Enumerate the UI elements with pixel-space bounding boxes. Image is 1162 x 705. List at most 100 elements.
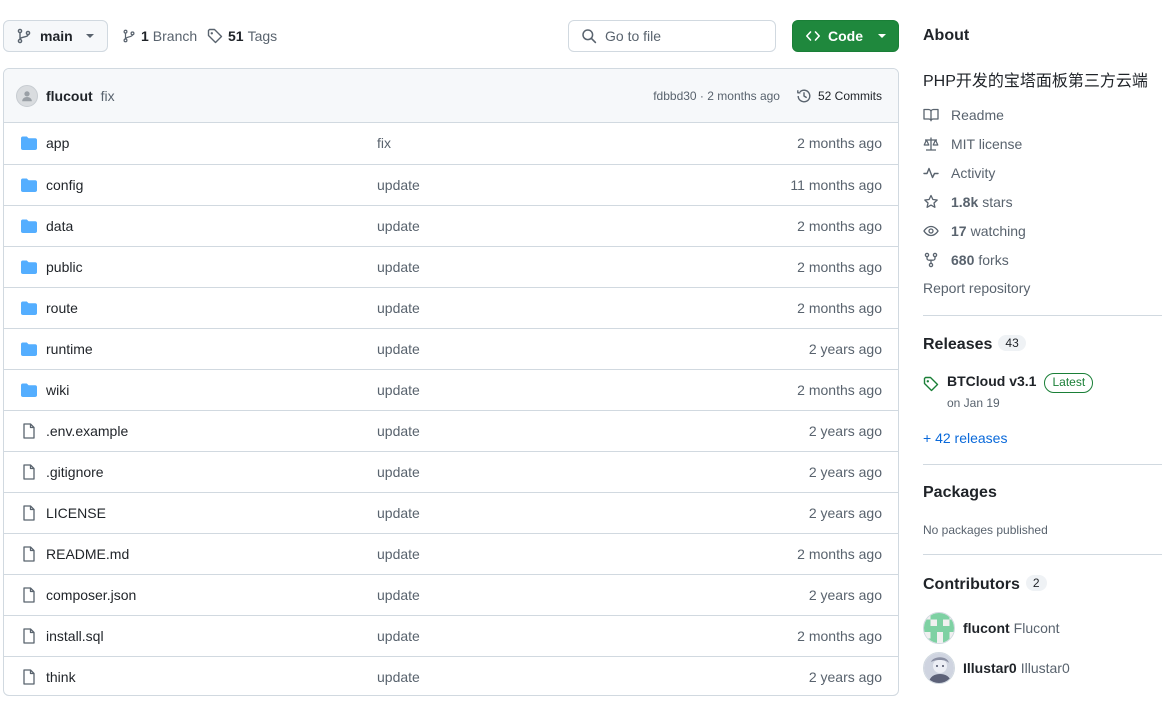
license-link[interactable]: MIT license (923, 136, 1022, 152)
file-commit-message-link[interactable]: update (377, 464, 420, 480)
repo-description: PHP开发的宝塔面板第三方云端 (923, 73, 1148, 90)
about-heading: About (923, 27, 970, 44)
file-commit-message-link[interactable]: update (377, 587, 420, 603)
contributor-name: Flucont (1013, 620, 1060, 636)
file-commit-message-link[interactable]: update (377, 218, 420, 234)
file-commit-date: 2 years ago (808, 669, 882, 685)
no-packages-text: No packages published (923, 523, 1048, 537)
latest-release[interactable]: BTCloud v3.1 Latest (923, 373, 1094, 393)
contributors-heading[interactable]: Contributors 2 (923, 575, 1047, 594)
file-commit-message-link[interactable]: update (377, 505, 420, 521)
watchers-link[interactable]: 17 watching (923, 223, 1026, 239)
readme-link[interactable]: Readme (923, 107, 1004, 123)
file-name-link[interactable]: composer.json (46, 587, 136, 603)
file-commit-message-link[interactable]: update (377, 177, 420, 193)
file-commit-date: 2 years ago (808, 587, 882, 603)
go-to-file-input[interactable] (605, 28, 765, 44)
file-name-link[interactable]: config (46, 177, 83, 193)
tags-label: Tags (247, 28, 278, 44)
file-name-link[interactable]: route (46, 300, 78, 316)
file-commit-message-link[interactable]: update (377, 546, 420, 562)
law-icon (923, 137, 939, 151)
stars-link[interactable]: 1.8k stars (923, 194, 1013, 210)
file-commit-date: 2 months ago (797, 628, 882, 644)
file-icon (23, 546, 35, 562)
latest-badge: Latest (1044, 373, 1094, 393)
code-button-label: Code (828, 28, 863, 44)
file-row[interactable]: route update 2 months ago (4, 287, 898, 328)
file-row[interactable]: data update 2 months ago (4, 205, 898, 246)
commit-author-link[interactable]: flucout (46, 88, 93, 104)
caret-down-icon (878, 34, 886, 38)
file-commit-message-link[interactable]: fix (377, 135, 391, 151)
file-row[interactable]: README.md update 2 months ago (4, 533, 898, 574)
file-commit-date: 2 months ago (797, 382, 882, 398)
branch-selector-button[interactable]: main (3, 20, 108, 52)
latest-commit-bar: flucout fix fdbbd30 · 2 months ago 52 Co… (4, 69, 898, 123)
contributors-title: Contributors (923, 576, 1020, 593)
folder-icon (21, 136, 37, 150)
file-row[interactable]: runtime update 2 years ago (4, 328, 898, 369)
branches-label: Branch (152, 28, 198, 44)
folder-icon (21, 219, 37, 233)
releases-heading[interactable]: Releases 43 (923, 335, 1026, 354)
file-row[interactable]: think update 2 years ago (4, 656, 898, 695)
report-repository-link[interactable]: Report repository (923, 280, 1030, 296)
file-name-link[interactable]: public (46, 259, 83, 275)
file-row[interactable]: LICENSE update 2 years ago (4, 492, 898, 533)
file-commit-message-link[interactable]: update (377, 259, 420, 275)
file-commit-message-link[interactable]: update (377, 669, 420, 685)
branches-link[interactable]: 1 Branch (122, 20, 197, 52)
file-name-link[interactable]: .env.example (46, 423, 128, 439)
file-name-link[interactable]: runtime (46, 341, 93, 357)
tags-link[interactable]: 51 Tags (207, 20, 277, 52)
go-to-file-box[interactable] (568, 20, 776, 52)
folder-icon (21, 260, 37, 274)
file-name-link[interactable]: .gitignore (46, 464, 104, 480)
file-row[interactable]: .gitignore update 2 years ago (4, 451, 898, 492)
file-commit-message-link[interactable]: update (377, 341, 420, 357)
search-icon (582, 29, 597, 44)
activity-link[interactable]: Activity (923, 165, 995, 181)
code-button[interactable]: Code (792, 20, 899, 52)
release-date: on Jan 19 (947, 396, 1000, 410)
releases-count-badge: 43 (998, 335, 1026, 351)
file-commit-date: 2 months ago (797, 546, 882, 562)
file-name-link[interactable]: app (46, 135, 69, 151)
contributor-item[interactable]: Illustar0 Illustar0 (923, 652, 1070, 684)
avatar[interactable] (16, 84, 38, 107)
file-name-link[interactable]: README.md (46, 546, 129, 562)
file-commit-date: 2 months ago (797, 218, 882, 234)
commit-sha-link[interactable]: fdbbd30 · 2 months ago (653, 89, 780, 103)
forks-link[interactable]: 680 forks (923, 252, 1009, 268)
file-commit-message-link[interactable]: update (377, 628, 420, 644)
file-name-link[interactable]: install.sql (46, 628, 104, 644)
file-row[interactable]: composer.json update 2 years ago (4, 574, 898, 615)
file-row[interactable]: .env.example update 2 years ago (4, 410, 898, 451)
more-releases-link[interactable]: + 42 releases (923, 430, 1007, 446)
file-row[interactable]: install.sql update 2 months ago (4, 615, 898, 656)
file-name-link[interactable]: think (46, 669, 76, 685)
file-name-link[interactable]: wiki (46, 382, 69, 398)
stars-label: stars (982, 194, 1013, 210)
file-name-link[interactable]: LICENSE (46, 505, 106, 521)
file-commit-message-link[interactable]: update (377, 423, 420, 439)
file-row[interactable]: public update 2 months ago (4, 246, 898, 287)
packages-heading[interactable]: Packages (923, 484, 997, 502)
file-commit-message-link[interactable]: update (377, 300, 420, 316)
commit-message-link[interactable]: fix (101, 88, 115, 104)
contributors-count-badge: 2 (1025, 575, 1047, 591)
avatar (923, 652, 955, 684)
file-commit-date: 2 years ago (808, 505, 882, 521)
file-name-link[interactable]: data (46, 218, 73, 234)
file-row[interactable]: wiki update 2 months ago (4, 369, 898, 410)
file-commit-message-link[interactable]: update (377, 382, 420, 398)
contributor-login: Illustar0 (963, 660, 1017, 676)
file-icon (23, 464, 35, 480)
git-branch-icon (123, 29, 135, 43)
star-icon (924, 194, 938, 208)
contributor-item[interactable]: flucont Flucont (923, 612, 1060, 644)
file-row[interactable]: config update 11 months ago (4, 164, 898, 205)
file-row[interactable]: app fix 2 months ago (4, 123, 898, 164)
commits-history-link[interactable]: 52 Commits (796, 88, 882, 104)
